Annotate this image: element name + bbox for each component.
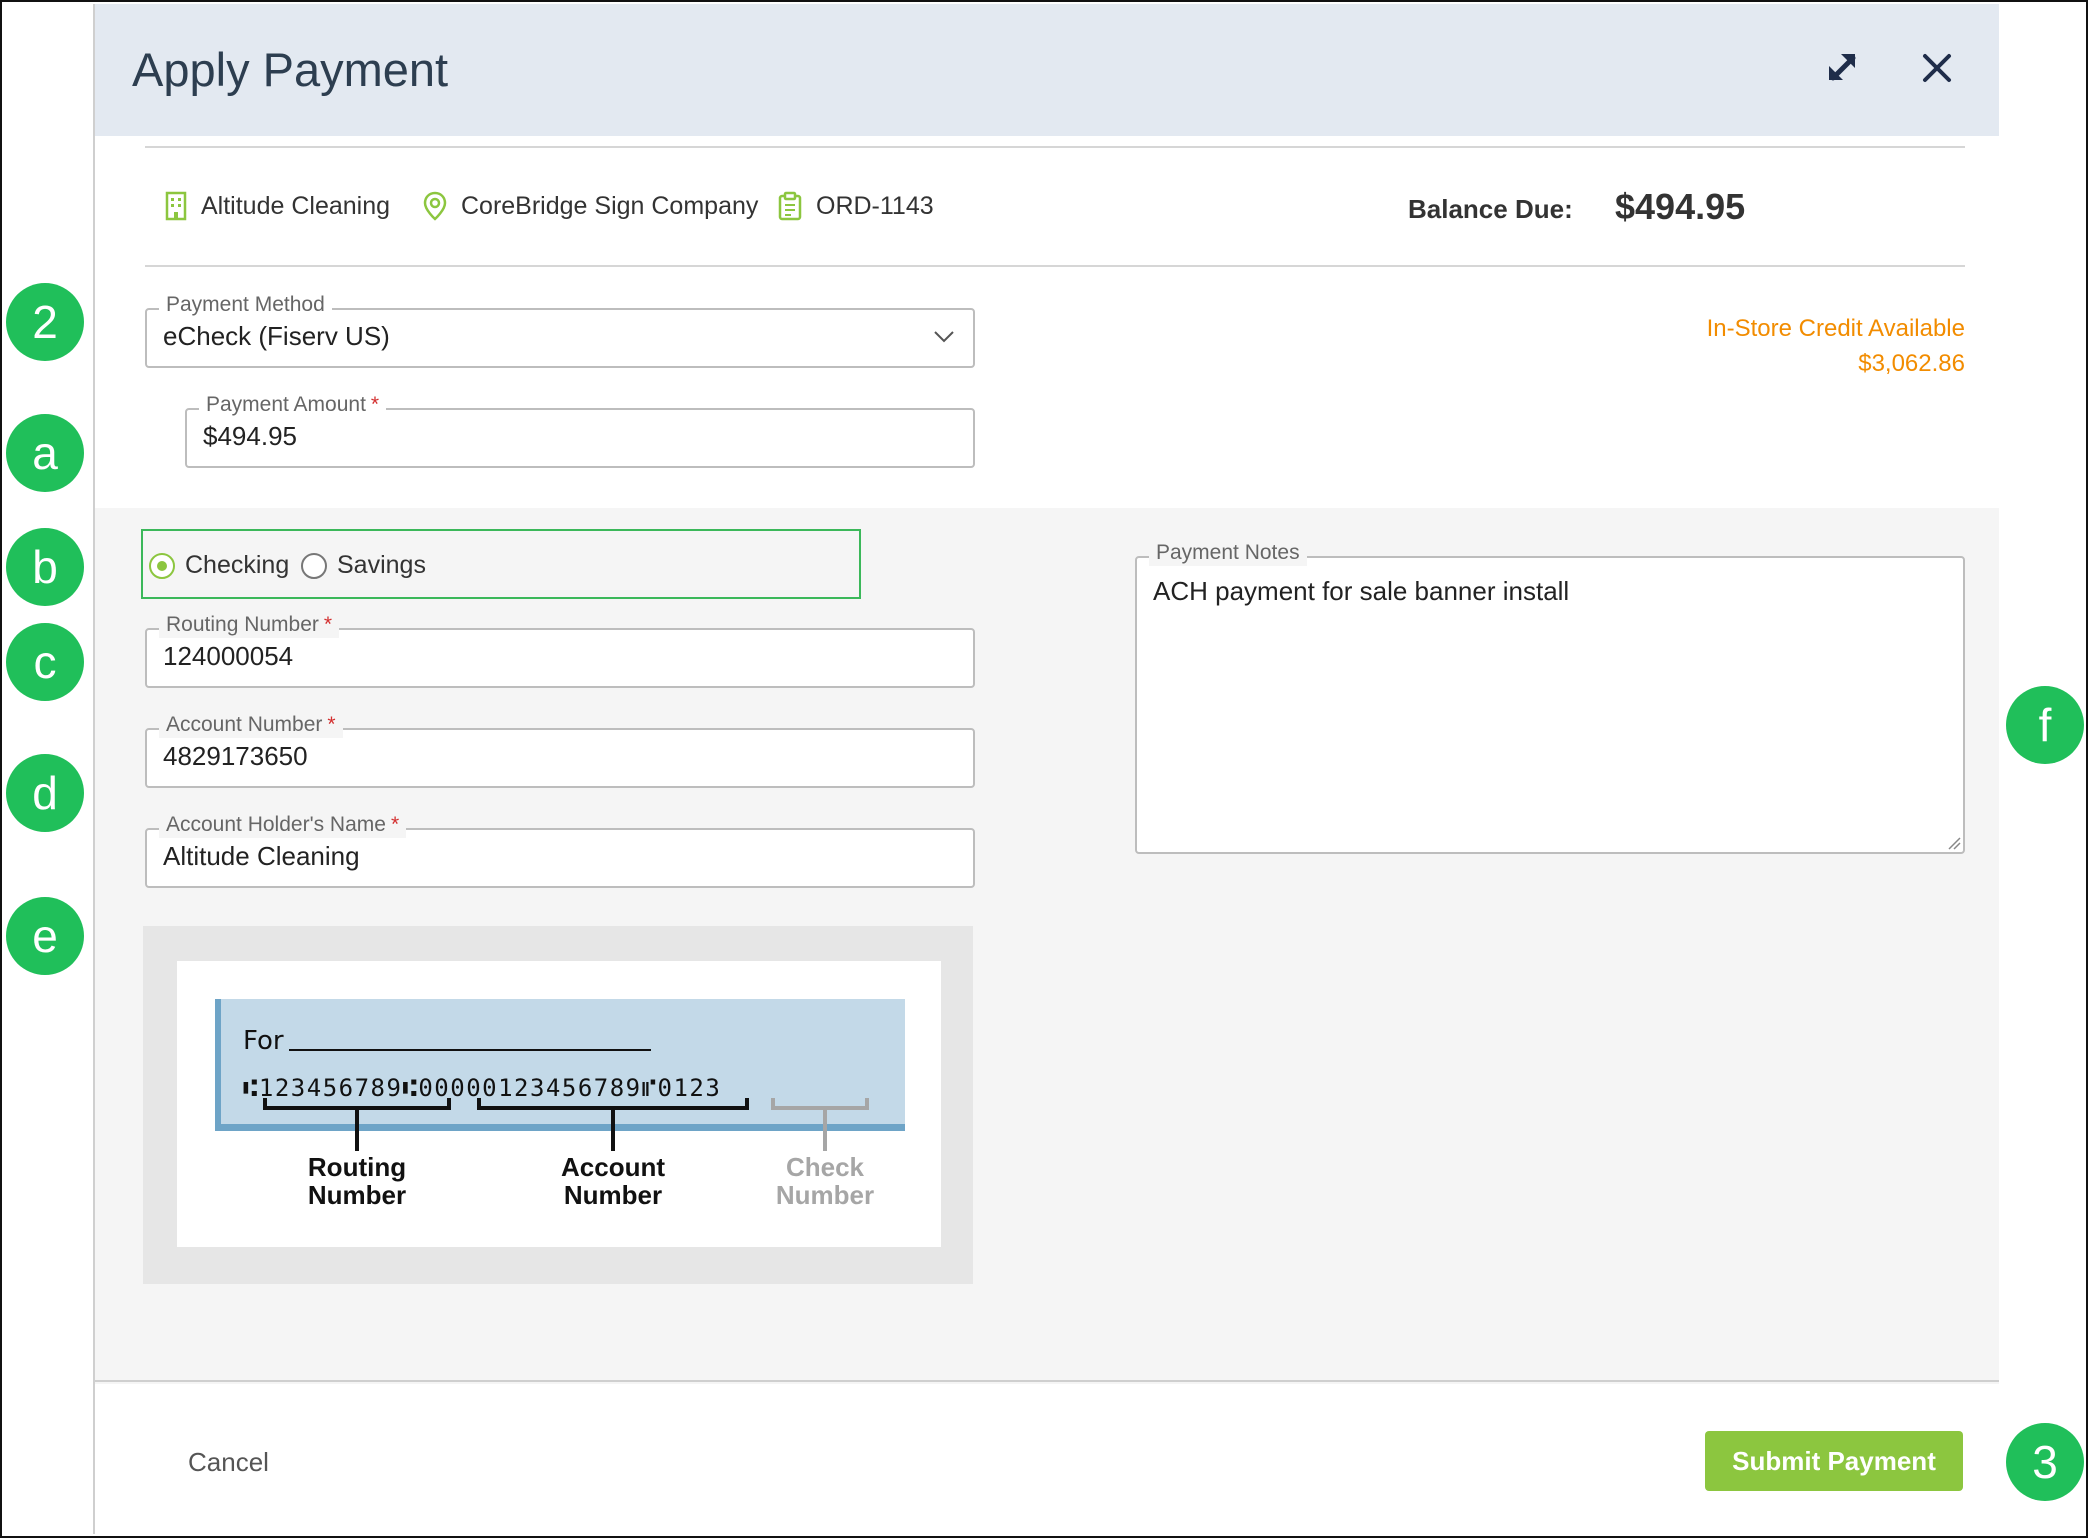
- checking-radio[interactable]: Checking: [149, 551, 289, 580]
- payment-notes-textarea[interactable]: Payment Notes ACH payment for sale banne…: [1135, 540, 1965, 854]
- routing-number-caption: Routing Number: [307, 1152, 407, 1210]
- payment-method-value: eCheck (Fiserv US): [163, 321, 390, 351]
- account-number-field[interactable]: Account Number * 4829173650: [145, 712, 975, 788]
- order-number: ORD-1143: [816, 191, 934, 220]
- divider: [145, 265, 1965, 267]
- account-number-label: Account Number *: [159, 712, 343, 738]
- payment-notes-value: ACH payment for sale banner install: [1153, 576, 1570, 606]
- routing-number-field[interactable]: Routing Number * 124000054: [145, 612, 975, 688]
- submit-payment-button[interactable]: Submit Payment: [1705, 1431, 1963, 1491]
- payment-method-label: Payment Method: [159, 292, 332, 318]
- close-icon[interactable]: [1913, 44, 1961, 92]
- radio-unselected-icon: [301, 552, 327, 579]
- order-info: ORD-1143: [778, 191, 934, 221]
- callout-badge: d: [6, 754, 84, 832]
- resize-handle-icon[interactable]: [1945, 834, 1961, 850]
- credit-label: In-Store Credit Available: [1706, 315, 1965, 342]
- account-number-caption: Account Number: [561, 1152, 665, 1210]
- divider: [145, 146, 1965, 148]
- chevron-down-icon[interactable]: [933, 330, 955, 344]
- check-for-label: For: [243, 1026, 284, 1056]
- account-holder-name-value: Altitude Cleaning: [163, 841, 360, 871]
- balance-due-label: Balance Due:: [1408, 194, 1573, 224]
- payment-notes-label: Payment Notes: [1149, 540, 1307, 566]
- customer-name: Altitude Cleaning: [201, 191, 391, 220]
- payment-amount-value: $494.95: [203, 421, 297, 451]
- cancel-button[interactable]: Cancel: [188, 1447, 269, 1478]
- callout-badge: f: [2006, 686, 2084, 764]
- callout-badge: 2: [6, 283, 84, 361]
- callout-badge: a: [6, 414, 84, 492]
- apply-payment-modal: Apply Payment Altitude Cleaning CoreBrid: [93, 4, 1999, 1534]
- payment-amount-label: Payment Amount *: [199, 392, 387, 418]
- check-number-caption: Check Number: [775, 1152, 875, 1210]
- modal-title: Apply Payment: [132, 43, 449, 96]
- check-diagram: For ⑆123456789⑆00000123456789⑈0123 Routi…: [177, 961, 941, 1247]
- radio-selected-icon: [149, 552, 175, 579]
- callout-badge: e: [6, 897, 84, 975]
- callout-badge: 3: [2006, 1423, 2084, 1501]
- check-micr-line: ⑆123456789⑆00000123456789⑈0123: [243, 1074, 722, 1102]
- footer-divider: [95, 1380, 1999, 1382]
- balance-due-value: $494.95: [1615, 186, 1746, 227]
- account-holder-name-label: Account Holder's Name *: [159, 812, 407, 838]
- callout-badge: c: [6, 623, 84, 701]
- payment-method-select[interactable]: Payment Method eCheck (Fiserv US): [145, 292, 975, 368]
- account-type-radio-group: Checking Savings: [141, 529, 861, 599]
- modal-header: Apply Payment: [95, 4, 1999, 136]
- building-icon: [165, 191, 187, 221]
- savings-radio[interactable]: Savings: [301, 551, 426, 580]
- account-number-value: 4829173650: [163, 741, 308, 771]
- callout-badge: b: [6, 528, 84, 606]
- customer-info: Altitude Cleaning: [165, 191, 390, 221]
- location-pin-icon: [423, 191, 447, 221]
- credit-amount: $3,062.86: [1858, 350, 1965, 377]
- expand-icon[interactable]: [1819, 44, 1867, 92]
- location-name: CoreBridge Sign Company: [461, 191, 759, 220]
- location-info: CoreBridge Sign Company: [423, 191, 758, 221]
- account-holder-name-field[interactable]: Account Holder's Name * Altitude Cleaning: [145, 812, 975, 888]
- clipboard-icon: [778, 191, 802, 221]
- check-diagram-area: For ⑆123456789⑆00000123456789⑈0123 Routi…: [143, 926, 973, 1284]
- routing-number-value: 124000054: [163, 641, 294, 671]
- payment-amount-field[interactable]: Payment Amount * $494.95: [185, 392, 975, 468]
- in-store-credit: In-Store Credit Available $3,062.86: [1707, 311, 1965, 381]
- routing-number-label: Routing Number *: [159, 612, 340, 638]
